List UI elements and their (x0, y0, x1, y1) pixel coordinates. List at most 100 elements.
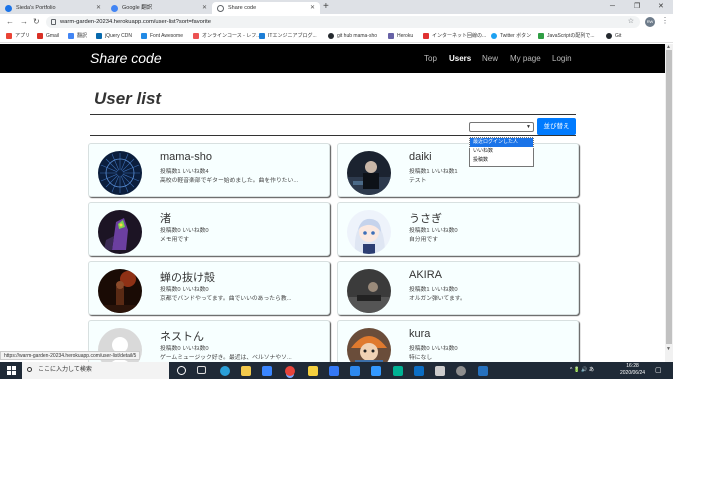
close-icon[interactable]: ✕ (96, 2, 101, 14)
avatar (347, 210, 391, 254)
new-tab-button[interactable]: + (323, 0, 329, 14)
user-name[interactable]: mama-sho (160, 151, 212, 163)
user-card[interactable]: 渚 投稿数0 いいね数0 メモ用です (88, 202, 330, 256)
user-card[interactable]: 蝉の抜け殻 投稿数0 いいね数0 京都でバンドやってます。曲でいいのあったら教.… (88, 261, 330, 315)
nav-top[interactable]: Top (424, 54, 437, 63)
bookmark-star-icon[interactable]: ☆ (628, 16, 634, 28)
bookmark-gmail[interactable]: Gmail (37, 30, 59, 43)
powershell-icon[interactable] (478, 366, 488, 376)
bookmark-font-awesome[interactable]: Font Awesome (141, 30, 183, 43)
taskbar-clock[interactable]: 16:28 2020/06/24 (620, 363, 645, 377)
bookmark-internet[interactable]: インターネット回線の... (423, 30, 486, 43)
udemy-icon (193, 33, 199, 39)
bookmark-label: Twitter ボタン (500, 33, 532, 39)
user-bio: 京都でバンドやってます。曲でいいのあったら教... (160, 296, 292, 302)
close-icon[interactable]: ✕ (310, 2, 315, 14)
bookmark-jquery[interactable]: jQuery CDN (96, 30, 132, 43)
user-bio: メモ用です (160, 237, 189, 243)
edge-icon[interactable] (220, 366, 230, 376)
tab-label: Sieda's Portfolio (16, 5, 56, 11)
user-card[interactable]: うさぎ 投稿数1 いいね数0 自分用です (337, 202, 579, 256)
terminal-icon[interactable] (435, 366, 445, 376)
user-card[interactable]: daiki 投稿数1 いいね数1 テスト (337, 143, 579, 197)
settings-icon[interactable] (456, 366, 466, 376)
calculator-icon[interactable] (329, 366, 339, 376)
user-name[interactable]: ネストん (160, 328, 204, 344)
taskbar-search-input[interactable]: ここに入力して検索 (22, 362, 169, 379)
option-posts[interactable]: 投稿数 (470, 156, 533, 165)
nav-new[interactable]: New (482, 54, 498, 63)
maps-icon[interactable] (393, 366, 403, 376)
address-bar[interactable]: warm-garden-20234.herokuapp.com/user-lis… (46, 16, 640, 28)
tab-share-code[interactable]: Share code ✕ (212, 2, 320, 14)
user-name[interactable]: 蝉の抜け殻 (160, 269, 215, 285)
bookmark-twitter[interactable]: Twitter ボタン (491, 30, 531, 43)
clock-date: 2020/06/24 (620, 370, 646, 376)
nav-login[interactable]: Login (552, 54, 572, 63)
user-name[interactable]: 渚 (160, 210, 171, 226)
bookmark-it-blog[interactable]: ITエンジニアブログ... (259, 30, 317, 43)
user-card[interactable]: mama-sho 投稿数1 いいね数4 高校の軽音楽部でギター始めました。曲を作… (88, 143, 330, 197)
kebab-menu-icon[interactable]: ⋮ (661, 16, 669, 25)
user-name[interactable]: AKIRA (409, 269, 442, 281)
profile-avatar[interactable]: RW (645, 17, 655, 27)
minimize-button[interactable]: ─ (610, 0, 615, 14)
vscode-icon[interactable] (371, 366, 381, 376)
sort-button[interactable]: 並び替え (537, 118, 576, 135)
task-view-icon[interactable] (197, 366, 206, 374)
user-counts: 投稿数0 いいね数0 (160, 346, 209, 352)
bookmark-javascript[interactable]: JavaScriptの配列で... (538, 30, 595, 43)
user-counts: 投稿数1 いいね数0 (409, 228, 458, 234)
brand-logo[interactable]: Share code (90, 50, 162, 66)
nav-my-page[interactable]: My page (510, 54, 541, 63)
tab-portfolio[interactable]: Sieda's Portfolio ✕ (0, 2, 106, 14)
bookmark-heroku[interactable]: Heroku (388, 30, 413, 43)
bookmark-apps[interactable]: アプリ (6, 30, 30, 43)
user-bio: ゲームミュージック好き。最近は、ベルソナやソ... (160, 355, 292, 361)
notifications-icon[interactable]: ▢ (655, 362, 662, 379)
system-tray[interactable]: ^ 🔋 🔊 あ (570, 362, 594, 379)
browser-toolbar: ← → ↻ warm-garden-20234.herokuapp.com/us… (0, 14, 673, 30)
globe-favicon-icon (217, 5, 224, 12)
user-card[interactable]: AKIRA 投稿数1 いいね数0 オルガン弾いてます。 (337, 261, 579, 315)
bookmark-label: Git (615, 33, 622, 39)
search-icon (27, 367, 32, 372)
store-icon[interactable] (262, 366, 272, 376)
bookmark-git[interactable]: Git (606, 30, 621, 43)
close-window-button[interactable]: ✕ (658, 0, 664, 14)
user-counts: 投稿数0 いいね数0 (160, 228, 209, 234)
option-likes[interactable]: いいね数 (470, 147, 533, 156)
nav-users[interactable]: Users (449, 54, 471, 63)
calendar-icon[interactable] (350, 366, 360, 376)
lock-icon (51, 19, 56, 25)
chrome-icon[interactable] (285, 366, 295, 376)
tab-google-translate[interactable]: Google 翻訳 ✕ (106, 2, 212, 14)
avatar (98, 269, 142, 313)
back-arrow-icon[interactable]: ← (6, 17, 14, 27)
user-name[interactable]: うさぎ (409, 210, 442, 226)
photos-icon[interactable] (414, 366, 424, 376)
page-scrollbar[interactable]: ▲ ▼ (665, 44, 673, 364)
close-icon[interactable]: ✕ (202, 2, 207, 14)
taskbar: ここに入力して検索 ^ 🔋 🔊 あ 16:28 2020/06/24 ▢ (0, 362, 673, 379)
sort-select[interactable]: ▼ (469, 122, 534, 132)
user-name[interactable]: kura (409, 328, 430, 340)
app-navbar: Share code Top Users New My page Login (0, 44, 665, 73)
bookmark-label: ITエンジニアブログ... (268, 33, 317, 39)
javascript-icon (538, 33, 544, 39)
maximize-button[interactable]: ❐ (634, 0, 640, 14)
bookmark-online-course[interactable]: オンラインコース - レフ... (193, 30, 260, 43)
user-counts: 投稿数0 いいね数0 (409, 346, 458, 352)
bookmark-github[interactable]: git hub mama-sho (328, 30, 377, 43)
bookmark-translate[interactable]: 翻訳 (68, 30, 87, 43)
sticky-notes-icon[interactable] (308, 366, 318, 376)
user-name[interactable]: daiki (409, 151, 432, 163)
scroll-down-icon[interactable]: ▼ (666, 346, 671, 352)
reload-icon[interactable]: ↻ (33, 17, 40, 27)
file-explorer-icon[interactable] (241, 366, 251, 376)
scrollbar-thumb[interactable] (666, 50, 672, 344)
cortana-icon[interactable] (177, 366, 186, 375)
windows-start-icon[interactable] (7, 366, 16, 375)
option-recent-login[interactable]: 最近ログインした人 (469, 137, 534, 148)
forward-arrow-icon[interactable]: → (20, 17, 28, 27)
